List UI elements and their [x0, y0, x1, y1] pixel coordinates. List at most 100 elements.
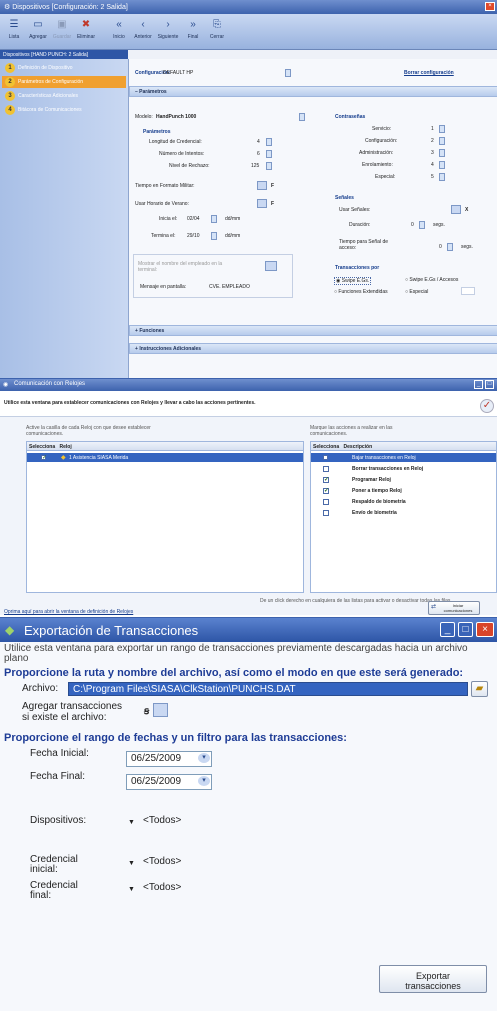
toolbar-close-button[interactable]: ⎘ Cerrar: [206, 18, 228, 44]
toolbar-save-button[interactable]: ▣ Guardar: [51, 18, 73, 44]
intentos-label: Número de Intentos:: [159, 151, 205, 157]
table-row[interactable]: ✓ ◆ 1 Asistencia SIASA Merida: [27, 453, 303, 462]
administracion-spinner[interactable]: [439, 149, 445, 157]
radio-swipe-egs[interactable]: ◉ Swipe E.Gs.: [334, 277, 372, 285]
duracion-label: Duración:: [349, 222, 371, 228]
cred-inicial-dropdown[interactable]: ▼: [128, 860, 135, 867]
inicio-spinner[interactable]: [211, 215, 217, 223]
termina-value[interactable]: 29/10: [187, 233, 200, 239]
termina-spinner[interactable]: [211, 232, 217, 240]
table-row[interactable]: Bajar transacciones en Reloj: [311, 453, 496, 462]
maximize-button[interactable]: □: [458, 622, 473, 637]
verano-toggle[interactable]: [257, 199, 267, 208]
radio-especial[interactable]: ○ Especial: [405, 289, 428, 295]
step-parametros[interactable]: 2 Parámetros de Configuración: [2, 76, 126, 88]
minimize-button[interactable]: _: [440, 622, 455, 637]
especial-input[interactable]: [461, 287, 475, 295]
step-label: Características Adicionales: [18, 93, 79, 99]
toolbar-next-button[interactable]: › Siguiente: [157, 18, 179, 44]
longitud-value[interactable]: 4: [257, 139, 260, 145]
dispositivos-dropdown[interactable]: ▼: [128, 819, 135, 826]
especial-spinner[interactable]: [439, 173, 445, 181]
toolbar-previous-button[interactable]: ‹ Anterior: [132, 18, 154, 44]
enrolamiento-spinner[interactable]: [439, 161, 445, 169]
definicion-relojes-link[interactable]: Oprima aquí para abrir la ventana de def…: [4, 609, 133, 615]
modelo-value[interactable]: HandPunch 1000: [156, 114, 196, 120]
longitud-spinner[interactable]: [266, 138, 272, 146]
instrucciones-header[interactable]: + Instrucciones Adicionales: [129, 343, 497, 354]
toolbar-first-button[interactable]: « Inicio: [108, 18, 130, 44]
enrolamiento-value[interactable]: 4: [431, 162, 434, 168]
step-bitacora[interactable]: 4 Bitácora de Comunicaciones: [2, 104, 126, 116]
col-selecciona: Selecciona: [29, 444, 56, 450]
accion-checkbox[interactable]: [323, 510, 329, 516]
inicio-value[interactable]: 02/04: [187, 216, 200, 222]
cred-final-dropdown[interactable]: ▼: [128, 886, 135, 893]
fecha-final-value: 06/25/2009: [131, 776, 182, 787]
toolbar-add-button[interactable]: ▭ Agregar: [27, 18, 49, 44]
parametros-header[interactable]: – Parámetros: [129, 86, 497, 97]
config-dropdown-button[interactable]: [285, 69, 291, 77]
radio-label: Funciones Extendidas: [338, 289, 388, 295]
radio-funciones-extendidas[interactable]: ○ Funciones Extendidas: [334, 289, 388, 295]
accion-checkbox[interactable]: [323, 499, 329, 505]
table-row[interactable]: Borrar transacciones en Reloj: [311, 464, 496, 473]
senal-acceso-unit: segs.: [461, 244, 473, 250]
toolbar-delete-button[interactable]: ✖ Eliminar: [75, 18, 97, 44]
usar-senales-toggle[interactable]: [451, 205, 461, 214]
servicio-spinner[interactable]: [439, 125, 445, 133]
devices-window-titlebar: ⚙ Dispositivos [Configuración: 2 Salida]…: [0, 0, 497, 14]
table-row[interactable]: Envío de biometría: [311, 508, 496, 517]
senal-acceso-spinner[interactable]: [447, 243, 453, 251]
radio-swipe-accesos[interactable]: ○ Swipe E.Gs / Accesos: [405, 277, 458, 283]
configuracion-value[interactable]: 2: [431, 138, 434, 144]
accion-checkbox[interactable]: ✓: [323, 488, 329, 494]
intentos-value[interactable]: 6: [257, 151, 260, 157]
fecha-inicial-label: Fecha Inicial:: [30, 748, 89, 759]
table-row[interactable]: ✓ Poner a tiempo Reloj: [311, 486, 496, 495]
funciones-header[interactable]: + Funciones: [129, 325, 497, 336]
table-row[interactable]: Respaldo de biometría: [311, 497, 496, 506]
senal-acceso-value[interactable]: 0: [439, 244, 442, 250]
folder-browse-button[interactable]: ▰: [471, 681, 488, 697]
agregar-toggle[interactable]: [153, 703, 168, 717]
step-caracteristicas[interactable]: 3 Características Adicionales: [2, 90, 126, 102]
accion-checkbox[interactable]: [323, 466, 329, 472]
militar-toggle[interactable]: [257, 181, 267, 190]
maximize-button[interactable]: □: [485, 380, 494, 389]
configuracion-spinner[interactable]: [439, 137, 445, 145]
close-window-button[interactable]: ×: [485, 2, 495, 11]
relojes-grid[interactable]: Selecciona Reloj ✓ ◆ 1 Asistencia SIASA …: [26, 441, 304, 593]
delete-config-link[interactable]: Borrar configuración: [404, 70, 454, 76]
nivel-value[interactable]: 125: [251, 163, 259, 169]
close-button[interactable]: ×: [476, 622, 494, 637]
intentos-spinner[interactable]: [266, 150, 272, 158]
fecha-inicial-picker[interactable]: 06/25/2009 ▾: [126, 751, 212, 767]
footer-hint: De un click derecho en cualquiera de las…: [260, 598, 451, 604]
duracion-value[interactable]: 0: [411, 222, 414, 228]
nivel-spinner[interactable]: [266, 162, 272, 170]
senal-acceso-label: Tiempo para Señal de acceso:: [339, 239, 389, 251]
clock-icon: ◆: [61, 455, 66, 461]
fecha-final-picker[interactable]: 06/25/2009 ▾: [126, 774, 212, 790]
exportar-button[interactable]: Exportar transacciones: [379, 965, 487, 993]
mensaje-value[interactable]: CVE. EMPLEADO: [209, 284, 250, 290]
acciones-grid[interactable]: Selecciona Descripción Bajar transaccion…: [310, 441, 497, 593]
reloj-checkbox[interactable]: ✓: [41, 455, 47, 461]
archivo-input[interactable]: C:\Program Files\SIASA\ClkStation\PUNCHS…: [68, 682, 468, 696]
modelo-dropdown-button[interactable]: [299, 113, 305, 121]
duracion-spinner[interactable]: [419, 221, 425, 229]
step-definicion[interactable]: 1 Definición de Dispositivo: [2, 62, 126, 74]
toolbar-list-button[interactable]: ☰ Lista: [3, 18, 25, 44]
especial-value[interactable]: 5: [431, 174, 434, 180]
mostrar-toggle[interactable]: [265, 261, 277, 271]
folder-icon: ▰: [475, 683, 484, 694]
accion-checkbox[interactable]: [323, 455, 328, 460]
servicio-value[interactable]: 1: [431, 126, 434, 132]
minimize-button[interactable]: _: [474, 380, 483, 389]
toolbar-last-button[interactable]: » Final: [182, 18, 204, 44]
iniciar-comunicaciones-button[interactable]: ⇄ Iniciar comunicaciones: [428, 601, 480, 615]
administracion-value[interactable]: 3: [431, 150, 434, 156]
accion-checkbox[interactable]: ✓: [323, 477, 329, 483]
table-row[interactable]: ✓ Programar Reloj: [311, 475, 496, 484]
